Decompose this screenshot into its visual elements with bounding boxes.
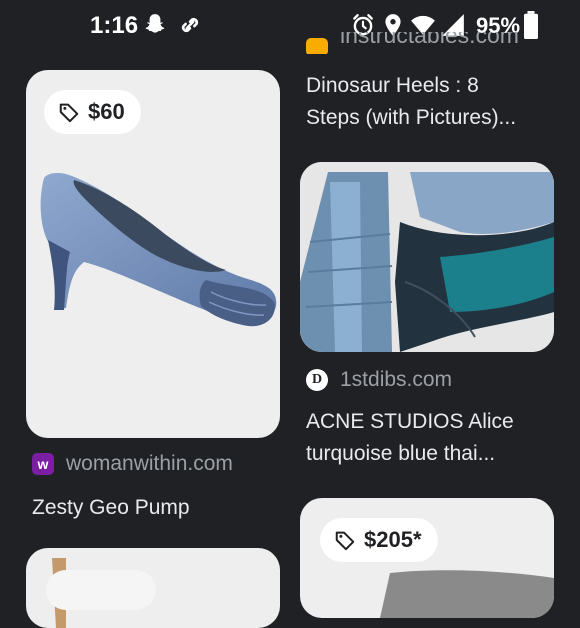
- price-tag-icon: [335, 531, 355, 551]
- snapchat-icon: [145, 14, 165, 33]
- womanwithin-favicon: w: [32, 453, 54, 475]
- result-image-acne-studios[interactable]: [300, 162, 554, 352]
- source-name: womanwithin.com: [66, 452, 233, 475]
- link-icon: [181, 17, 199, 33]
- result-image-next-left[interactable]: [26, 548, 280, 628]
- source-name: 1stdibs.com: [340, 368, 453, 391]
- price-value: $60: [88, 99, 125, 124]
- 1stdibs-favicon: D: [306, 369, 328, 391]
- result-title-line2[interactable]: turquoise blue thai...: [306, 438, 495, 470]
- price-tag-icon: [59, 103, 79, 123]
- shoe-image-partial: [46, 558, 156, 628]
- price-tag[interactable]: $60: [44, 90, 141, 134]
- source-name: instructables.com: [340, 32, 519, 48]
- favicon-letter: w: [37, 456, 49, 472]
- source-row-womanwithin[interactable]: w womanwithin.com: [32, 452, 233, 476]
- result-title-line2[interactable]: Steps (with Pictures)...: [306, 102, 516, 134]
- source-row-instructables[interactable]: instructables.com: [306, 32, 519, 54]
- price-value: $205*: [364, 527, 422, 552]
- price-tag[interactable]: $205*: [320, 518, 438, 562]
- turquoise-heel-image: [300, 162, 554, 352]
- result-title-line1[interactable]: Dinosaur Heels : 8: [306, 70, 479, 102]
- source-row-1stdibs[interactable]: D 1stdibs.com: [306, 368, 452, 392]
- favicon-letter: D: [311, 372, 323, 387]
- result-title-line1[interactable]: ACNE STUDIOS Alice: [306, 406, 514, 438]
- battery-icon: [524, 11, 538, 39]
- result-title[interactable]: Zesty Geo Pump: [32, 492, 190, 524]
- status-time: 1:16: [90, 12, 139, 39]
- instructables-favicon: [306, 38, 328, 54]
